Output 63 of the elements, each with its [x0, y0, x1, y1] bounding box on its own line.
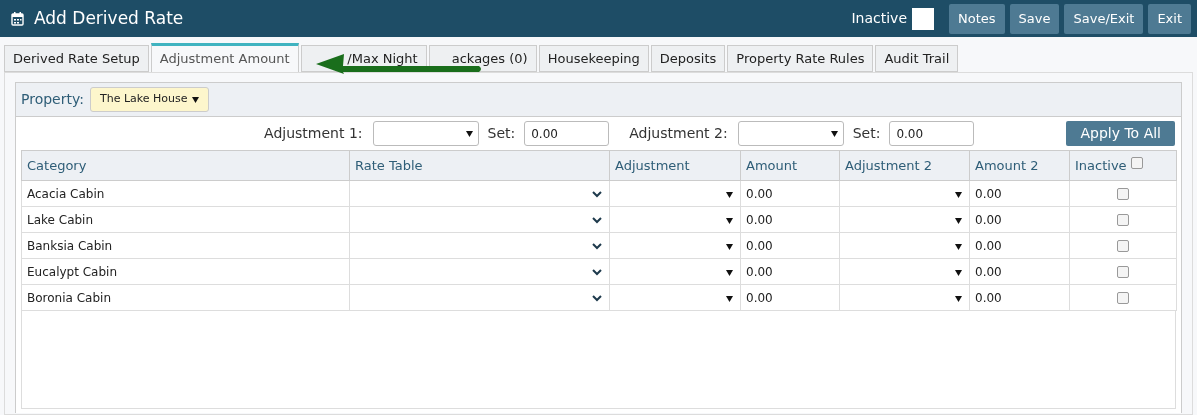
row-checkbox[interactable] — [1117, 240, 1129, 252]
inactive-label: Inactive — [851, 9, 907, 28]
dropdown-caret-icon — [465, 130, 473, 137]
table-cell: Eucalypt Cabin — [27, 264, 117, 279]
table-cell: Boronia Cabin — [27, 290, 111, 305]
amount-cell[interactable]: 0.00 — [975, 186, 1002, 201]
toolbar-button[interactable]: Notes — [949, 3, 1005, 34]
set-label: Set: — [852, 124, 881, 143]
dropdown-caret-icon[interactable] — [726, 217, 733, 224]
tab[interactable]: Property Rate Rules — [727, 45, 874, 72]
set-input-field[interactable]: 0.00 — [524, 121, 610, 146]
amount-cell[interactable]: 0.00 — [975, 238, 1002, 253]
tab[interactable]: Audit Trail — [875, 45, 959, 72]
column-header: Amount 2 — [975, 157, 1039, 173]
toolbar-button[interactable]: Exit — [1148, 3, 1191, 34]
toolbar-button[interactable]: Save — [1009, 3, 1060, 34]
adjustment-label: Adjustment 2: — [629, 124, 728, 143]
amount-cell[interactable]: 0.00 — [746, 212, 773, 227]
row-checkbox[interactable] — [1117, 214, 1129, 226]
dropdown-caret-icon[interactable] — [726, 243, 733, 250]
row-checkbox[interactable] — [1117, 266, 1129, 278]
table-cell: Acacia Cabin — [27, 186, 105, 201]
amount-cell[interactable]: 0.00 — [975, 290, 1002, 305]
row-checkbox[interactable] — [1117, 188, 1129, 200]
tab[interactable]: Derived Rate Setup — [4, 45, 149, 72]
toolbar-button[interactable]: Save/Exit — [1064, 3, 1144, 34]
window-title: Add Derived Rate — [34, 6, 184, 30]
dropdown-caret-icon[interactable] — [955, 269, 962, 276]
apply-to-all-button[interactable]: Apply To All — [1066, 121, 1175, 146]
select-all-checkbox[interactable] — [1130, 156, 1143, 169]
amount-cell[interactable]: 0.00 — [975, 212, 1002, 227]
amount-cell[interactable]: 0.00 — [746, 238, 773, 253]
column-header: Adjustment 2 — [845, 157, 933, 173]
calendar-icon — [11, 11, 24, 26]
property-dropdown[interactable]: The Lake House — [89, 87, 209, 112]
adjustment-label: Adjustment 1: — [264, 124, 363, 143]
column-header: Inactive — [1075, 157, 1127, 173]
amount-cell[interactable]: 0.00 — [746, 264, 773, 279]
set-label: Set: — [487, 124, 516, 143]
column-header: Amount — [746, 157, 798, 173]
tab[interactable]: Deposits — [650, 45, 726, 72]
dropdown-caret-icon[interactable] — [955, 243, 962, 250]
property-label: Property: — [21, 90, 84, 109]
column-header: Adjustment — [615, 157, 690, 173]
tab[interactable]: Adjustment Amount — [150, 43, 299, 72]
amount-cell[interactable]: 0.00 — [746, 186, 773, 201]
dropdown-caret-icon[interactable] — [955, 295, 962, 302]
tab[interactable]: Housekeeping — [538, 45, 649, 72]
amount-cell[interactable]: 0.00 — [975, 264, 1002, 279]
set-input-field[interactable]: 0.00 — [889, 121, 975, 146]
column-header: Category — [27, 157, 87, 173]
table-cell: Banksia Cabin — [27, 238, 113, 253]
amount-cell[interactable]: 0.00 — [746, 290, 773, 305]
column-header: Rate Table — [355, 157, 423, 173]
dropdown-caret-icon[interactable] — [726, 295, 733, 302]
dropdown-caret-icon[interactable] — [955, 217, 962, 224]
dropdown-caret-icon — [830, 130, 838, 137]
table-cell: Lake Cabin — [27, 212, 94, 227]
row-checkbox[interactable] — [1117, 292, 1129, 304]
dropdown-caret-icon[interactable] — [726, 191, 733, 198]
dropdown-caret-icon — [191, 96, 199, 103]
dropdown-caret-icon[interactable] — [955, 191, 962, 198]
dropdown-caret-icon[interactable] — [726, 269, 733, 276]
